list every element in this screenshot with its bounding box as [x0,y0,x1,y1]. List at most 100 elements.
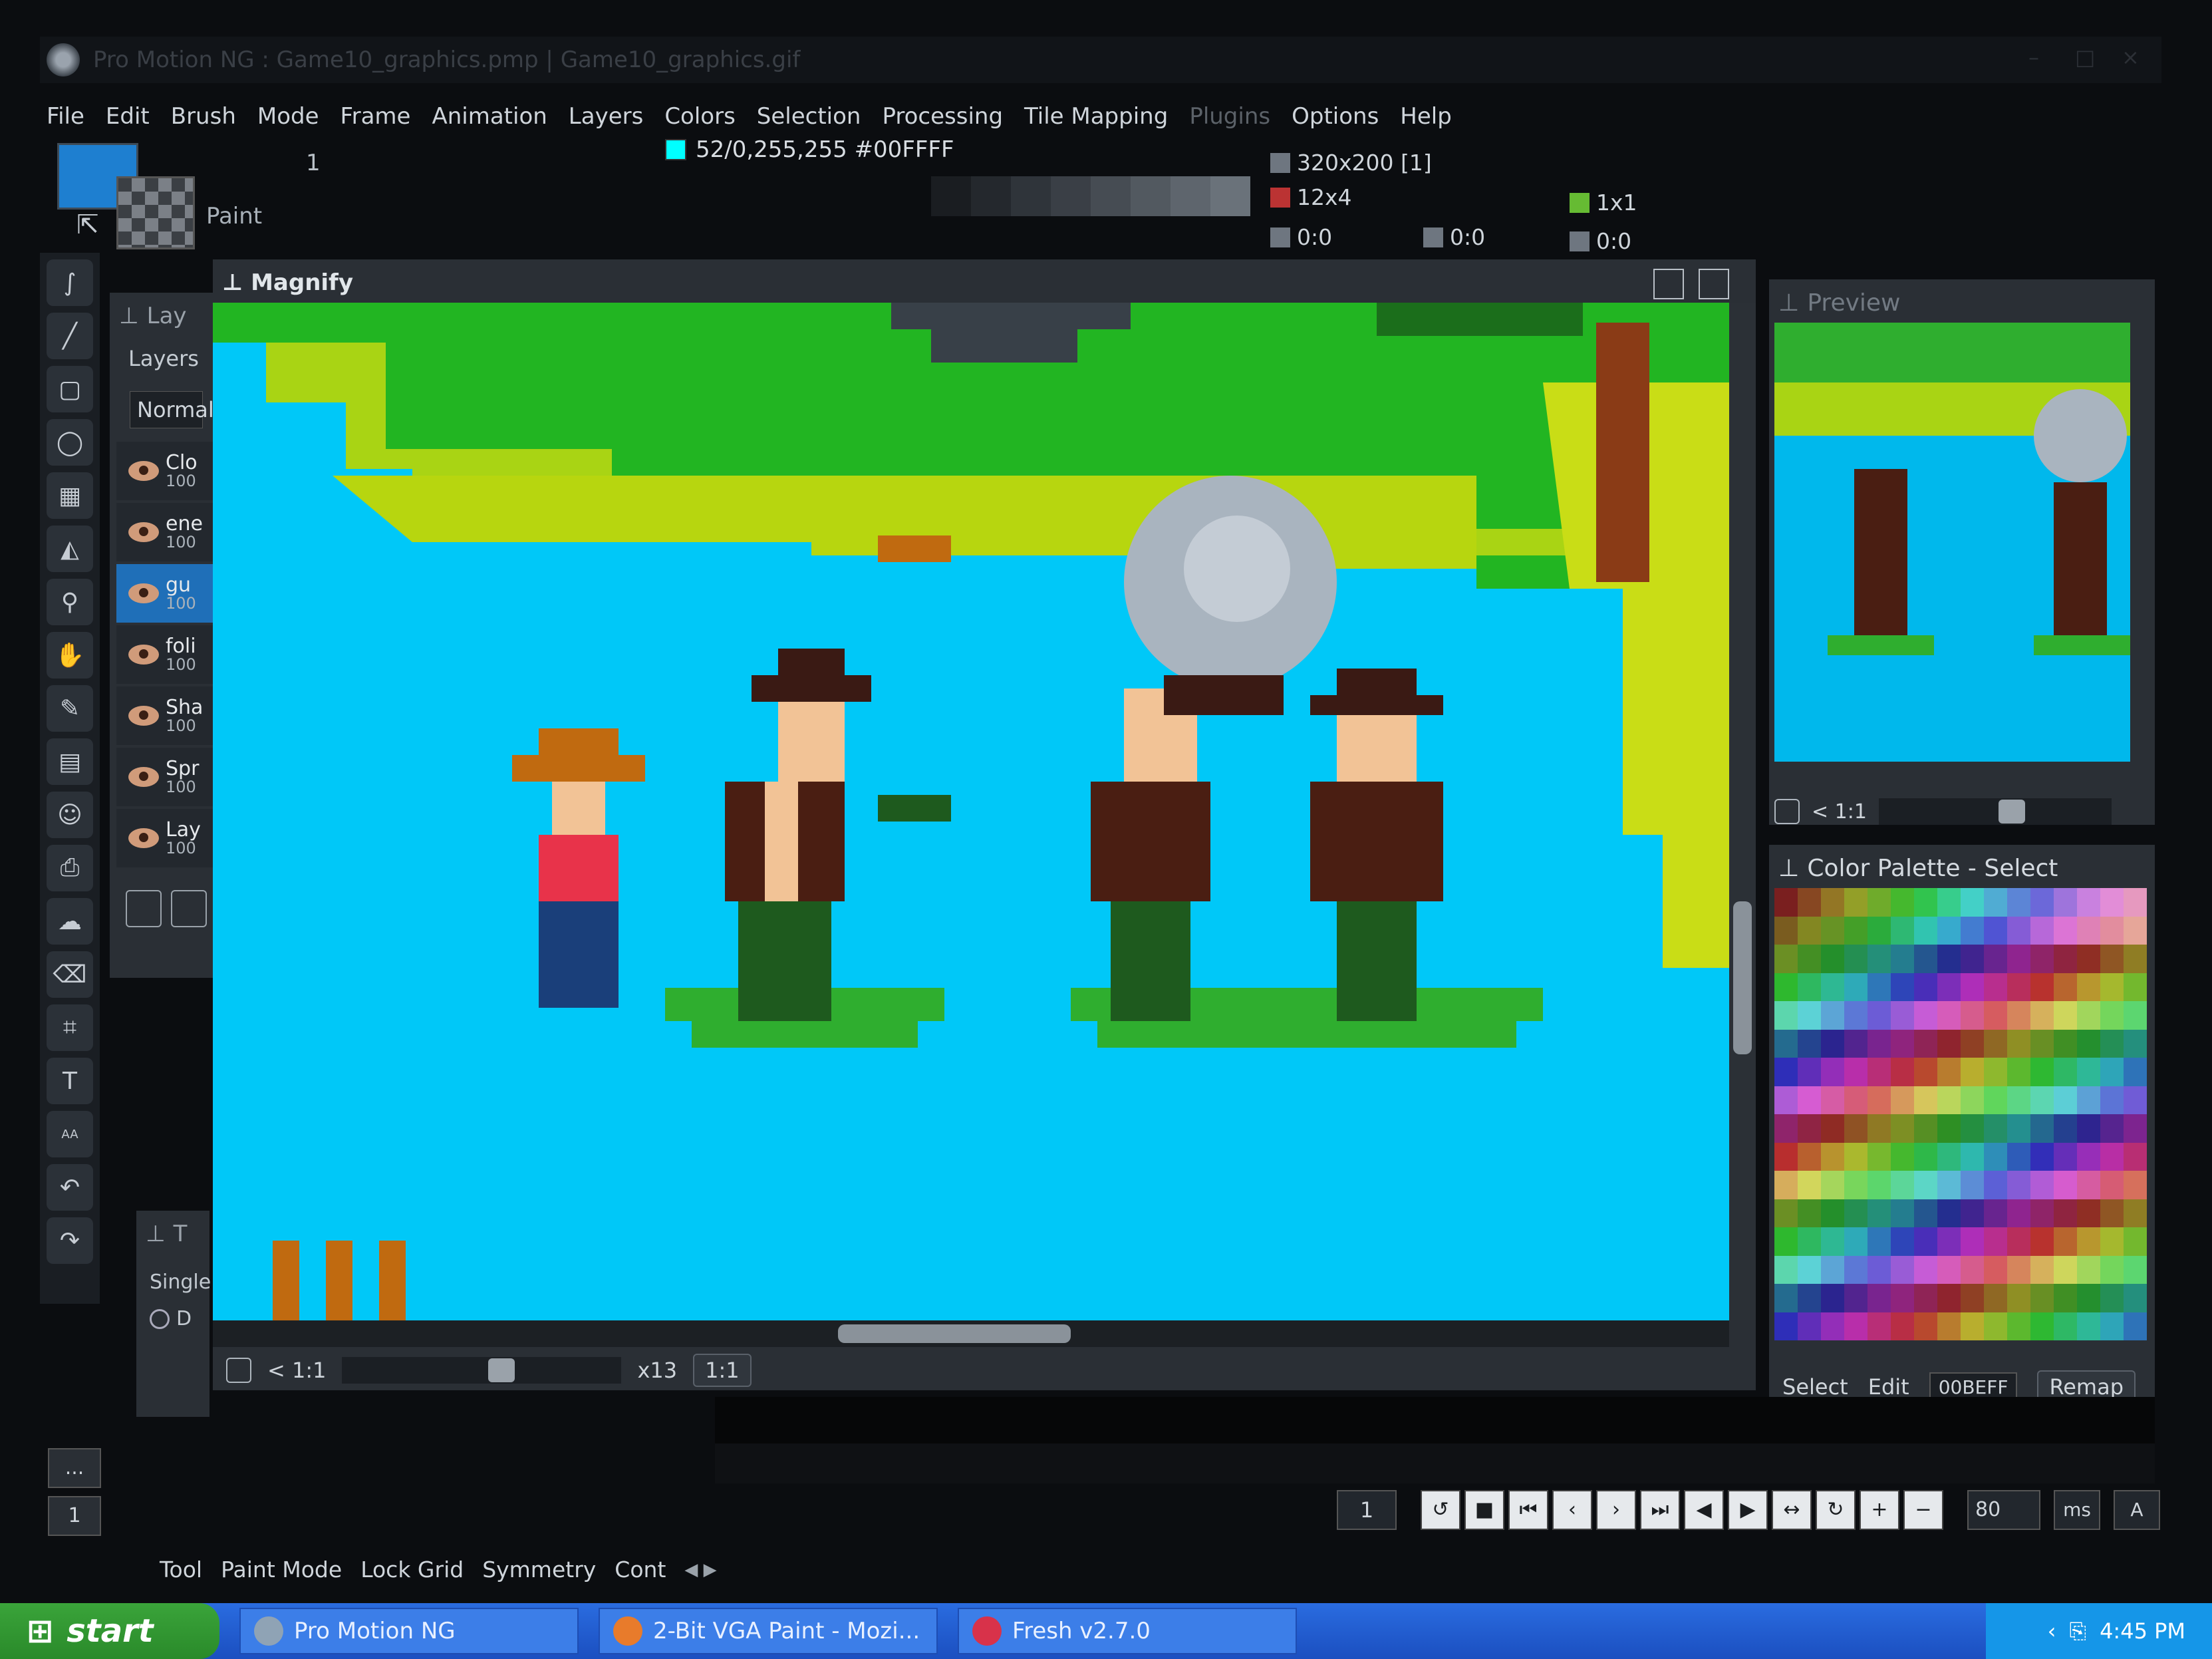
palette-swatch[interactable] [1984,1114,2007,1143]
menu-frame[interactable]: Frame [341,103,411,130]
menu-edit[interactable]: Edit [106,103,150,130]
palette-swatch[interactable] [1984,1255,2007,1284]
palette-swatch[interactable] [1937,888,1961,917]
palette-swatch[interactable] [1961,1001,1984,1030]
palette-swatch[interactable] [1961,916,1984,945]
palette-swatch[interactable] [2030,916,2054,945]
palette-swatch[interactable] [1774,916,1798,945]
palette-swatch[interactable] [2030,1114,2054,1143]
frame-number[interactable]: 1 [1337,1490,1397,1530]
palette-swatch[interactable] [1798,1199,1821,1227]
color-ramp[interactable] [931,176,1250,216]
brush-size[interactable]: 1 [306,150,321,176]
palette-swatch[interactable] [2124,1255,2147,1284]
minimize-icon[interactable]: – [2028,45,2055,71]
layer-row[interactable]: Lay 100 [116,809,216,867]
palette-grid[interactable] [1774,888,2147,1340]
palette-swatch[interactable] [1891,1171,1914,1199]
tray-arrow-icon[interactable]: ‹ [2048,1618,2056,1644]
palette-swatch[interactable] [2007,1058,2030,1086]
brush-grab-icon[interactable]: ▦ [47,472,93,519]
fill-tool-icon[interactable]: ◭ [47,526,93,572]
palette-swatch[interactable] [1821,973,1844,1001]
pin-icon[interactable]: ⊥ [1778,855,1799,882]
taskbar-item[interactable]: Pro Motion NG [239,1608,579,1654]
palette-swatch[interactable] [1914,1199,1937,1227]
menu-brush[interactable]: Brush [171,103,236,130]
palette-swatch[interactable] [1984,945,2007,973]
palette-swatch[interactable] [2124,916,2147,945]
palette-swatch[interactable] [1844,1086,1867,1114]
palette-swatch[interactable] [2124,888,2147,917]
palette-swatch[interactable] [2077,1255,2100,1284]
eraser-icon[interactable]: ⌫ [47,951,93,998]
palette-swatch[interactable] [2030,945,2054,973]
palette-swatch[interactable] [2077,945,2100,973]
palette-swatch[interactable] [2124,1058,2147,1086]
palette-swatch[interactable] [1867,1029,1891,1058]
palette-swatch[interactable] [2124,1029,2147,1058]
palette-swatch[interactable] [1891,1312,1914,1340]
palette-swatch[interactable] [1774,1199,1798,1227]
smudge-tool-icon[interactable]: ☁ [47,898,93,945]
palette-swatch[interactable] [2077,973,2100,1001]
palette-swatch[interactable] [1914,1058,1937,1086]
add-layer-icon[interactable] [171,890,207,927]
first-frame-icon[interactable]: ⏮ [1508,1490,1548,1530]
animation-strip[interactable] [715,1397,2155,1483]
palette-swatch[interactable] [1961,888,1984,917]
palette-swatch[interactable] [1844,1227,1867,1256]
menu-tile-mapping[interactable]: Tile Mapping [1024,103,1168,130]
palette-swatch[interactable] [2100,1142,2124,1171]
palette-swatch[interactable] [1891,1284,1914,1312]
palette-swatch[interactable] [2100,1255,2124,1284]
palette-swatch[interactable] [1867,1199,1891,1227]
palette-swatch[interactable] [1891,1029,1914,1058]
pingpong-icon[interactable]: ↔ [1772,1490,1812,1530]
palette-swatch[interactable] [1891,945,1914,973]
palette-swatch[interactable] [1844,1255,1867,1284]
palette-swatch[interactable] [2054,1255,2077,1284]
palette-swatch[interactable] [1821,1284,1844,1312]
palette-swatch[interactable] [2124,1227,2147,1256]
repeat-icon[interactable]: ↻ [1816,1490,1856,1530]
palette-swatch[interactable] [1844,1284,1867,1312]
palette-swatch[interactable] [1961,973,1984,1001]
palette-swatch[interactable] [1821,916,1844,945]
palette-swatch[interactable] [2030,973,2054,1001]
palette-swatch[interactable] [2100,973,2124,1001]
palette-swatch[interactable] [2054,945,2077,973]
palette-swatch[interactable] [1961,1284,1984,1312]
horizontal-scrollbar[interactable] [213,1320,1729,1347]
left-frame-field[interactable]: 1 [48,1496,101,1536]
palette-swatch[interactable] [1844,1058,1867,1086]
more-button[interactable]: ... [48,1448,101,1488]
menu-colors[interactable]: Colors [664,103,735,130]
palette-swatch[interactable] [2100,1058,2124,1086]
palette-swatch[interactable] [1891,973,1914,1001]
line-tool-icon[interactable]: ╱ [47,313,93,359]
tab-scroll-arrows-icon[interactable]: ◀ ▶ [684,1560,716,1580]
palette-swatch[interactable] [2030,1255,2054,1284]
palette-swatch[interactable] [1867,1227,1891,1256]
sync-checkbox[interactable] [226,1358,251,1383]
eyedropper-icon[interactable]: ✎ [47,685,93,732]
grid-tool-icon[interactable]: ▤ [47,738,93,785]
palette-select-button[interactable]: Select [1782,1374,1848,1400]
palette-swatch[interactable] [2077,1142,2100,1171]
palette-swatch[interactable] [2077,1086,2100,1114]
palette-swatch[interactable] [2054,916,2077,945]
palette-swatch[interactable] [1914,945,1937,973]
magnify-canvas[interactable] [213,303,1729,1320]
close-icon[interactable]: × [2122,45,2148,71]
palette-swatch[interactable] [1867,1001,1891,1030]
palette-swatch[interactable] [1821,945,1844,973]
speed-field[interactable]: 80 [1967,1490,2040,1530]
palette-swatch[interactable] [2007,945,2030,973]
menu-file[interactable]: File [47,103,84,130]
palette-swatch[interactable] [2100,945,2124,973]
palette-swatch[interactable] [1798,1255,1821,1284]
palette-swatch[interactable] [1914,1086,1937,1114]
palette-swatch[interactable] [1844,916,1867,945]
palette-swatch[interactable] [1821,1312,1844,1340]
